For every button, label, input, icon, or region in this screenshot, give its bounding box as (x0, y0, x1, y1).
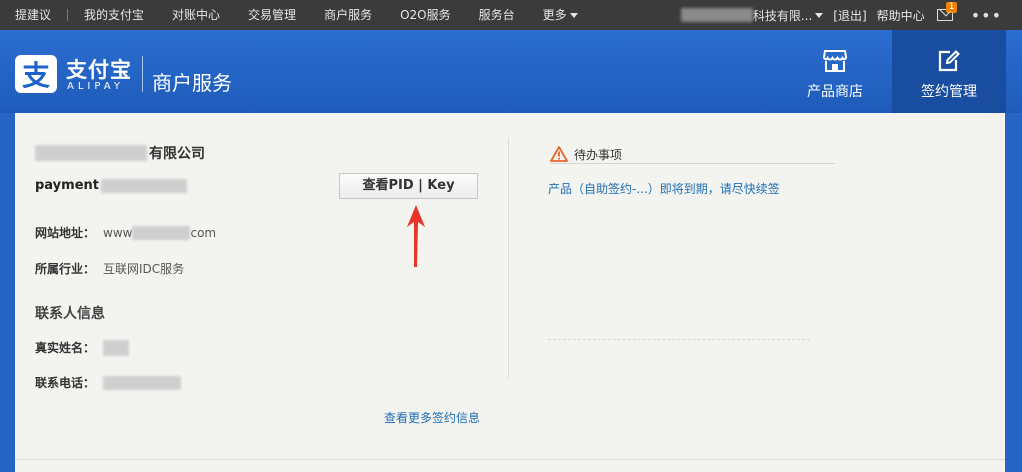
contact-section-title: 联系人信息 (35, 306, 105, 322)
column-divider (508, 138, 509, 378)
logo-text: 支付宝 (66, 58, 132, 82)
top-bar: 提建议 我的支付宝 对账中心 交易管理 商户服务 O2O服务 服务台 更多 科技… (0, 0, 1022, 30)
mail-icon[interactable]: 1 (936, 2, 958, 21)
chevron-down-icon (815, 12, 824, 18)
warning-icon (550, 146, 568, 162)
help-center-link[interactable]: 帮助中心 (877, 7, 925, 24)
top-nav: 提建议 我的支付宝 对账中心 交易管理 商户服务 O2O服务 服务台 更多 (0, 0, 592, 30)
top-nav-feedback[interactable]: 提建议 (0, 0, 65, 30)
logout-link[interactable]: [退出] (833, 7, 866, 24)
company-name-redacted (35, 145, 147, 161)
nav-contract-management-label: 签约管理 (921, 84, 977, 100)
top-nav-transactions[interactable]: 交易管理 (234, 0, 310, 30)
edit-icon (938, 50, 960, 72)
top-nav-more[interactable]: 更多 (529, 0, 592, 30)
mail-badge: 1 (945, 2, 958, 13)
phone-redacted (103, 375, 182, 390)
nav-product-store-label: 产品商店 (807, 84, 863, 100)
account-menu[interactable]: 科技有限... (680, 7, 824, 24)
website-prefix: www (103, 225, 133, 240)
real-name-field: 真实姓名： (35, 339, 130, 356)
more-menu-icon[interactable]: ••• (971, 6, 1002, 25)
view-pid-key-button[interactable]: 查看PID | Key (339, 173, 478, 199)
todo-title: 待办事项 (574, 147, 623, 162)
industry-field: 所属行业： 互联网IDC服务 (35, 260, 184, 277)
industry-value: 互联网IDC服务 (103, 262, 185, 276)
company-name-suffix: 有限公司 (149, 146, 205, 162)
todo-renewal-link[interactable]: 产品（自助签约-...）即将到期，请尽快续签 (548, 180, 780, 197)
website-suffix: com (190, 225, 217, 240)
top-nav-my-alipay[interactable]: 我的支付宝 (70, 0, 158, 30)
account-name-redacted (680, 8, 753, 22)
more-contract-info-link[interactable]: 查看更多签约信息 (384, 409, 480, 426)
top-nav-separator (67, 9, 69, 21)
header: 支 支付宝 ALIPAY 商户服务 产品商店 签约管理 (0, 30, 1022, 113)
company-name: 有限公司 (35, 143, 205, 163)
page-title: 商户服务 (152, 71, 232, 95)
real-name-redacted (103, 339, 130, 356)
phone-label: 联系电话： (35, 376, 96, 390)
website-redacted (132, 225, 191, 240)
nav-contract-management[interactable]: 签约管理 (892, 30, 1006, 113)
chevron-down-icon (569, 13, 578, 18)
account-name-suffix: 科技有限... (752, 8, 813, 23)
website-label: 网站地址： (35, 226, 96, 240)
todo-dashed-divider (548, 339, 810, 340)
top-nav-o2o[interactable]: O2O服务 (386, 0, 465, 30)
content-bottom-strip (15, 460, 1005, 472)
store-icon (822, 50, 848, 72)
merchant-account-prefix: payment (35, 178, 99, 193)
top-nav-merchant-services[interactable]: 商户服务 (310, 0, 386, 30)
merchant-account: payment (35, 178, 187, 193)
top-right: 科技有限... [退出] 帮助中心 1 ••• (680, 0, 1022, 30)
logo-divider (142, 56, 143, 92)
nav-product-store[interactable]: 产品商店 (778, 30, 892, 113)
website-field: 网站地址： www com (35, 224, 216, 241)
industry-label: 所属行业： (35, 262, 96, 276)
top-nav-more-label: 更多 (542, 8, 567, 22)
merchant-account-redacted (100, 178, 187, 193)
red-arrow-annotation (407, 205, 425, 267)
main-content: 有限公司 payment 查看PID | Key 网站地址： www com 所… (15, 113, 1005, 460)
todo-header: 待办事项 (550, 145, 835, 164)
real-name-label: 真实姓名： (35, 341, 96, 355)
logo-english: ALIPAY (67, 81, 124, 92)
top-nav-reconciliation[interactable]: 对账中心 (158, 0, 234, 30)
top-nav-service-desk[interactable]: 服务台 (465, 0, 529, 30)
phone-field: 联系电话： (35, 374, 182, 391)
alipay-logo-icon[interactable]: 支 (15, 55, 57, 93)
